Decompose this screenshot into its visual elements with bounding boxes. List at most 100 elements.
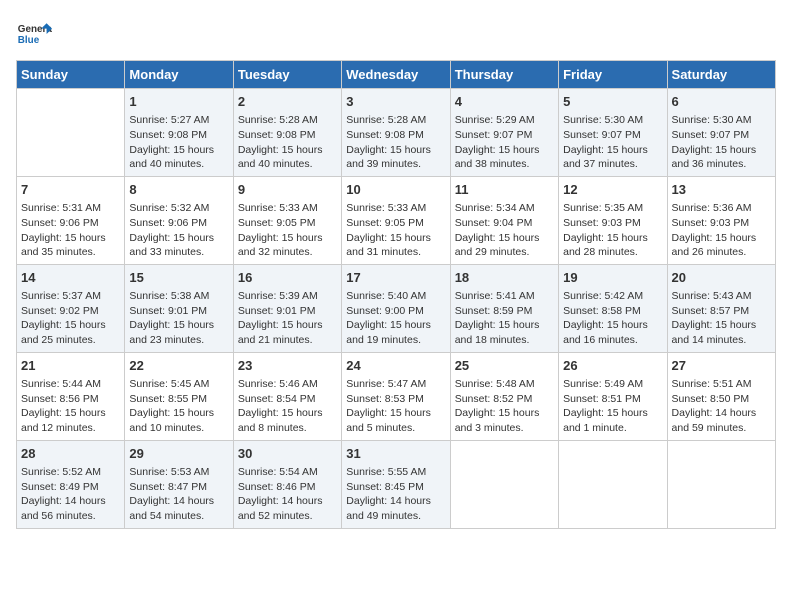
- day-info: Sunrise: 5:46 AM Sunset: 8:54 PM Dayligh…: [238, 377, 337, 436]
- day-number: 22: [129, 357, 228, 375]
- day-number: 24: [346, 357, 445, 375]
- day-info: Sunrise: 5:34 AM Sunset: 9:04 PM Dayligh…: [455, 201, 554, 260]
- day-info: Sunrise: 5:52 AM Sunset: 8:49 PM Dayligh…: [21, 465, 120, 524]
- day-info: Sunrise: 5:54 AM Sunset: 8:46 PM Dayligh…: [238, 465, 337, 524]
- day-info: Sunrise: 5:38 AM Sunset: 9:01 PM Dayligh…: [129, 289, 228, 348]
- calendar-cell: 7 Sunrise: 5:31 AM Sunset: 9:06 PM Daylig…: [17, 176, 125, 264]
- calendar-cell: 25Sunrise: 5:48 AM Sunset: 8:52 PM Dayli…: [450, 352, 558, 440]
- calendar-cell: 6 Sunrise: 5:30 AM Sunset: 9:07 PM Daylig…: [667, 89, 775, 177]
- day-number: 4: [455, 93, 554, 111]
- calendar-cell: 8 Sunrise: 5:32 AM Sunset: 9:06 PM Daylig…: [125, 176, 233, 264]
- column-header-monday: Monday: [125, 61, 233, 89]
- day-info: Sunrise: 5:35 AM Sunset: 9:03 PM Dayligh…: [563, 201, 662, 260]
- calendar-cell: [667, 440, 775, 528]
- day-info: Sunrise: 5:39 AM Sunset: 9:01 PM Dayligh…: [238, 289, 337, 348]
- day-number: 6: [672, 93, 771, 111]
- calendar-cell: 4Sunrise: 5:29 AM Sunset: 9:07 PM Daylig…: [450, 89, 558, 177]
- day-info: Sunrise: 5:32 AM Sunset: 9:06 PM Dayligh…: [129, 201, 228, 260]
- day-number: 27: [672, 357, 771, 375]
- column-header-sunday: Sunday: [17, 61, 125, 89]
- day-number: 15: [129, 269, 228, 287]
- calendar-week-3: 14 Sunrise: 5:37 AM Sunset: 9:02 PM Dayli…: [17, 264, 776, 352]
- day-info: Sunrise: 5:49 AM Sunset: 8:51 PM Dayligh…: [563, 377, 662, 436]
- day-number: 26: [563, 357, 662, 375]
- day-info: Sunrise: 5:45 AM Sunset: 8:55 PM Dayligh…: [129, 377, 228, 436]
- calendar-cell: 21Sunrise: 5:44 AM Sunset: 8:56 PM Dayli…: [17, 352, 125, 440]
- calendar-cell: 17 Sunrise: 5:40 AM Sunset: 9:00 PM Dayli…: [342, 264, 450, 352]
- day-info: Sunrise: 5:28 AM Sunset: 9:08 PM Dayligh…: [346, 113, 445, 172]
- calendar-body: 1Sunrise: 5:27 AM Sunset: 9:08 PM Daylig…: [17, 89, 776, 529]
- day-info: Sunrise: 5:33 AM Sunset: 9:05 PM Dayligh…: [346, 201, 445, 260]
- calendar-cell: 1Sunrise: 5:27 AM Sunset: 9:08 PM Daylig…: [125, 89, 233, 177]
- calendar-cell: [559, 440, 667, 528]
- svg-text:Blue: Blue: [18, 35, 40, 46]
- day-number: 16: [238, 269, 337, 287]
- column-header-saturday: Saturday: [667, 61, 775, 89]
- day-number: 9: [238, 181, 337, 199]
- day-info: Sunrise: 5:48 AM Sunset: 8:52 PM Dayligh…: [455, 377, 554, 436]
- day-number: 29: [129, 445, 228, 463]
- logo-icon: General Blue: [16, 16, 52, 52]
- day-info: Sunrise: 5:28 AM Sunset: 9:08 PM Dayligh…: [238, 113, 337, 172]
- calendar-cell: 14 Sunrise: 5:37 AM Sunset: 9:02 PM Dayli…: [17, 264, 125, 352]
- calendar-header: SundayMondayTuesdayWednesdayThursdayFrid…: [17, 61, 776, 89]
- day-number: 10: [346, 181, 445, 199]
- day-info: Sunrise: 5:37 AM Sunset: 9:02 PM Dayligh…: [21, 289, 120, 348]
- day-info: Sunrise: 5:42 AM Sunset: 8:58 PM Dayligh…: [563, 289, 662, 348]
- calendar-cell: 9Sunrise: 5:33 AM Sunset: 9:05 PM Daylig…: [233, 176, 341, 264]
- day-number: 31: [346, 445, 445, 463]
- day-number: 17: [346, 269, 445, 287]
- day-number: 28: [21, 445, 120, 463]
- day-number: 23: [238, 357, 337, 375]
- calendar-cell: 19 Sunrise: 5:42 AM Sunset: 8:58 PM Dayli…: [559, 264, 667, 352]
- day-info: Sunrise: 5:43 AM Sunset: 8:57 PM Dayligh…: [672, 289, 771, 348]
- day-info: Sunrise: 5:30 AM Sunset: 9:07 PM Dayligh…: [672, 113, 771, 172]
- calendar-cell: 11 Sunrise: 5:34 AM Sunset: 9:04 PM Dayli…: [450, 176, 558, 264]
- day-number: 8: [129, 181, 228, 199]
- column-header-thursday: Thursday: [450, 61, 558, 89]
- day-number: 1: [129, 93, 228, 111]
- calendar-cell: 18 Sunrise: 5:41 AM Sunset: 8:59 PM Dayli…: [450, 264, 558, 352]
- day-number: 21: [21, 357, 120, 375]
- calendar-table: SundayMondayTuesdayWednesdayThursdayFrid…: [16, 60, 776, 529]
- calendar-cell: 3 Sunrise: 5:28 AM Sunset: 9:08 PM Daylig…: [342, 89, 450, 177]
- day-info: Sunrise: 5:36 AM Sunset: 9:03 PM Dayligh…: [672, 201, 771, 260]
- day-number: 18: [455, 269, 554, 287]
- calendar-cell: 27 Sunrise: 5:51 AM Sunset: 8:50 PM Dayli…: [667, 352, 775, 440]
- day-number: 2: [238, 93, 337, 111]
- day-number: 20: [672, 269, 771, 287]
- calendar-cell: 20 Sunrise: 5:43 AM Sunset: 8:57 PM Dayli…: [667, 264, 775, 352]
- day-number: 12: [563, 181, 662, 199]
- day-number: 5: [563, 93, 662, 111]
- calendar-cell: 5 Sunrise: 5:30 AM Sunset: 9:07 PM Daylig…: [559, 89, 667, 177]
- day-info: Sunrise: 5:31 AM Sunset: 9:06 PM Dayligh…: [21, 201, 120, 260]
- day-info: Sunrise: 5:30 AM Sunset: 9:07 PM Dayligh…: [563, 113, 662, 172]
- day-info: Sunrise: 5:51 AM Sunset: 8:50 PM Dayligh…: [672, 377, 771, 436]
- day-number: 14: [21, 269, 120, 287]
- day-number: 3: [346, 93, 445, 111]
- calendar-week-5: 28 Sunrise: 5:52 AM Sunset: 8:49 PM Dayli…: [17, 440, 776, 528]
- calendar-cell: 13 Sunrise: 5:36 AM Sunset: 9:03 PM Dayli…: [667, 176, 775, 264]
- calendar-cell: 29Sunrise: 5:53 AM Sunset: 8:47 PM Dayli…: [125, 440, 233, 528]
- column-header-wednesday: Wednesday: [342, 61, 450, 89]
- calendar-cell: 15 Sunrise: 5:38 AM Sunset: 9:01 PM Dayli…: [125, 264, 233, 352]
- day-number: 11: [455, 181, 554, 199]
- column-header-tuesday: Tuesday: [233, 61, 341, 89]
- calendar-cell: 26 Sunrise: 5:49 AM Sunset: 8:51 PM Dayli…: [559, 352, 667, 440]
- header-row: SundayMondayTuesdayWednesdayThursdayFrid…: [17, 61, 776, 89]
- day-info: Sunrise: 5:55 AM Sunset: 8:45 PM Dayligh…: [346, 465, 445, 524]
- calendar-week-4: 21Sunrise: 5:44 AM Sunset: 8:56 PM Dayli…: [17, 352, 776, 440]
- day-number: 13: [672, 181, 771, 199]
- day-number: 30: [238, 445, 337, 463]
- calendar-cell: [450, 440, 558, 528]
- calendar-cell: 12 Sunrise: 5:35 AM Sunset: 9:03 PM Dayli…: [559, 176, 667, 264]
- day-info: Sunrise: 5:41 AM Sunset: 8:59 PM Dayligh…: [455, 289, 554, 348]
- calendar-cell: 31 Sunrise: 5:55 AM Sunset: 8:45 PM Dayli…: [342, 440, 450, 528]
- calendar-cell: 30 Sunrise: 5:54 AM Sunset: 8:46 PM Dayli…: [233, 440, 341, 528]
- day-number: 7: [21, 181, 120, 199]
- day-number: 19: [563, 269, 662, 287]
- calendar-week-2: 7 Sunrise: 5:31 AM Sunset: 9:06 PM Daylig…: [17, 176, 776, 264]
- calendar-cell: 28 Sunrise: 5:52 AM Sunset: 8:49 PM Dayli…: [17, 440, 125, 528]
- calendar-week-1: 1Sunrise: 5:27 AM Sunset: 9:08 PM Daylig…: [17, 89, 776, 177]
- day-info: Sunrise: 5:40 AM Sunset: 9:00 PM Dayligh…: [346, 289, 445, 348]
